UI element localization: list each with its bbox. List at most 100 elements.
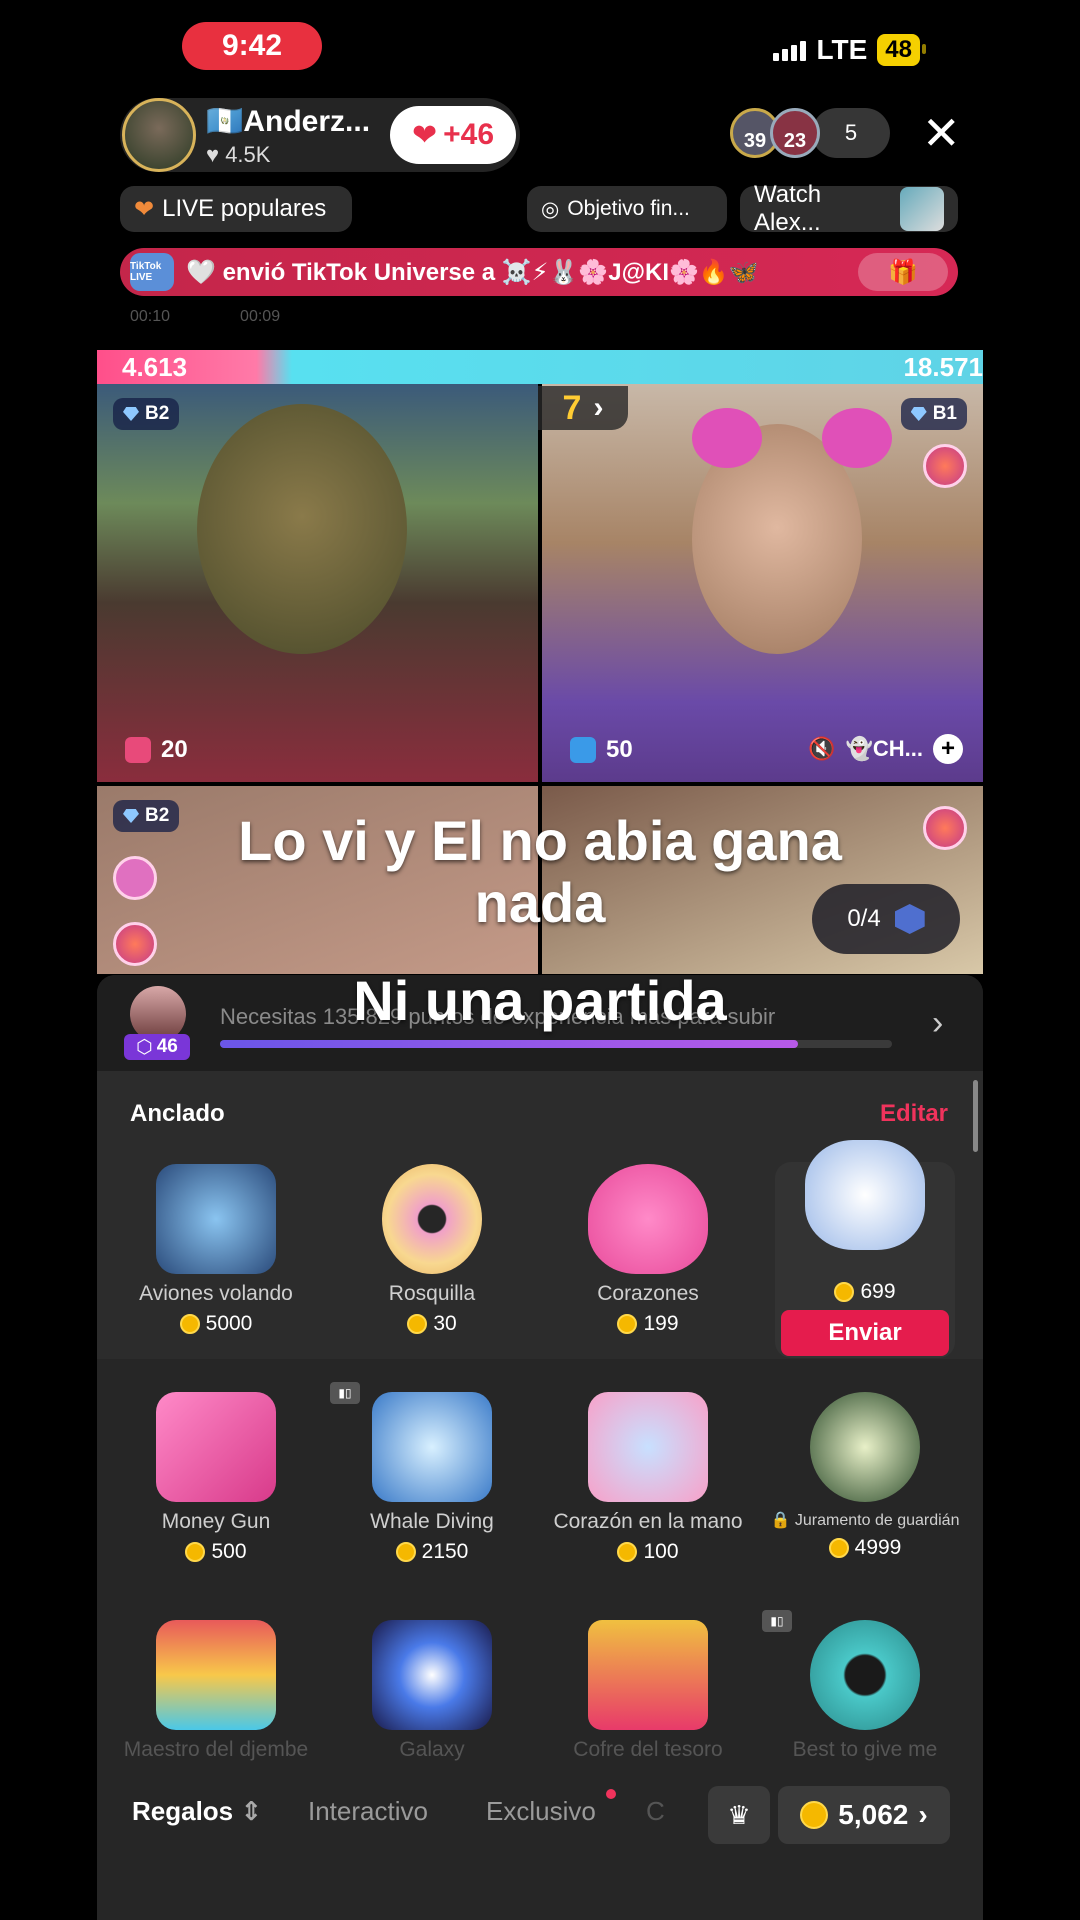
status-time: 9:42 — [182, 22, 322, 70]
participant-face — [197, 404, 407, 654]
dog-ear-icon — [692, 408, 762, 468]
money-gun-icon — [156, 1392, 276, 1502]
gift-item[interactable]: Aviones volando 5000 — [108, 1164, 324, 1336]
gift-item[interactable]: Rosquilla 30 — [324, 1164, 540, 1336]
gift-item[interactable]: Best to give me — [757, 1620, 973, 1762]
gift-item[interactable]: Corazones 199 — [540, 1164, 756, 1336]
coin-icon — [617, 1314, 638, 1334]
chevron-right-icon: › — [918, 1799, 928, 1830]
host-name[interactable]: 🇬🇹Anderz... — [206, 104, 370, 139]
swan-icon — [805, 1140, 925, 1250]
round-indicator[interactable]: 7 › — [538, 386, 628, 430]
gift-item[interactable]: Maestro del djembe — [108, 1620, 324, 1762]
top-viewers[interactable]: 39 23 5 — [730, 108, 890, 158]
diamond-icon — [123, 407, 139, 421]
alarm-icon — [125, 737, 151, 763]
video-tile-2[interactable]: B1 50 🔇 👻CH... + — [542, 384, 983, 782]
whale-icon — [372, 1392, 492, 1502]
coin-icon — [834, 1282, 855, 1302]
gift-box-icon[interactable]: 🎁 — [858, 253, 948, 291]
donut-icon — [382, 1164, 482, 1274]
coin-icon — [800, 1801, 829, 1829]
viewer-avatar[interactable]: 23 — [770, 108, 820, 158]
coin-icon — [179, 1314, 200, 1334]
battle-right-score: 18.571 — [903, 352, 983, 382]
dog-ear-icon — [822, 408, 892, 468]
gift-item[interactable]: 🔒 Juramento de guardián 4999 — [757, 1392, 973, 1560]
gift-item-selected[interactable] — [757, 1140, 973, 1250]
status-indicators: LTE 48 — [773, 34, 926, 66]
galaxy-icon — [372, 1620, 492, 1730]
flag-icon: 🇬🇹 — [206, 105, 244, 138]
crown-icon[interactable]: ♛ — [708, 1786, 770, 1844]
goal-chip[interactable]: ◎ Objetivo fin... — [527, 186, 727, 232]
level-progress-fill — [220, 1040, 798, 1048]
tab-regalos[interactable]: Regalos ⇕ — [132, 1796, 262, 1827]
alarm-icon — [570, 737, 596, 763]
gift-item[interactable]: Money Gun 500 — [108, 1392, 324, 1564]
battle-left-score: 4.613 — [122, 352, 188, 382]
heart-outline-icon: ♥ — [206, 142, 226, 167]
chevron-right-icon: › — [593, 391, 604, 424]
lock-icon: 🔒 — [770, 1512, 795, 1529]
tiktok-live-logo: TikTok LIVE — [130, 253, 174, 291]
like-button[interactable]: ❤ +46 — [390, 106, 516, 164]
heart-icon: ❤ — [411, 118, 438, 152]
caption-overlay: Ni una partida — [353, 969, 727, 1032]
live-popular-chip[interactable]: ❤ LIVE populares — [120, 186, 352, 232]
hearts-icon — [588, 1164, 708, 1274]
target-icon: ◎ — [541, 197, 560, 221]
participant-user[interactable]: 🔇 👻CH... + — [808, 734, 963, 764]
diamond-icon — [910, 407, 927, 421]
level-icon: ⬡ — [136, 1036, 153, 1058]
pinned-title: Anclado — [130, 1100, 225, 1127]
selected-gift-price: 699 — [775, 1280, 955, 1304]
close-icon[interactable]: ✕ — [922, 110, 961, 156]
tab-more[interactable]: C — [646, 1796, 665, 1827]
rank-badge: B2 — [113, 398, 180, 430]
coin-icon — [828, 1538, 849, 1558]
edit-button[interactable]: Editar — [880, 1100, 948, 1128]
treasure-chest-icon — [588, 1620, 708, 1730]
coin-icon — [617, 1542, 638, 1562]
tile-score: 20 — [125, 736, 188, 764]
coin-icon — [407, 1314, 428, 1334]
send-button[interactable]: Enviar — [781, 1310, 949, 1356]
rank-badge: B1 — [900, 398, 967, 430]
record-icon — [810, 1620, 920, 1730]
deer-icon — [810, 1392, 920, 1502]
gift-item[interactable]: Corazón en la mano 100 — [540, 1392, 756, 1564]
gift-item[interactable]: Whale Diving 2150 — [324, 1392, 540, 1564]
heart-in-hand-icon — [588, 1392, 708, 1502]
sort-icon: ⇕ — [240, 1796, 263, 1826]
timer-labels: 00:10 00:09 — [130, 308, 281, 325]
coin-icon — [395, 1542, 416, 1562]
caption-overlay: Lo vi y El no abia gana nada — [238, 809, 842, 934]
gift-item[interactable]: Galaxy — [324, 1620, 540, 1762]
gift-notification-banner[interactable]: TikTok LIVE 🤍 envió TikTok Universe a ☠️… — [120, 248, 958, 296]
network-label: LTE — [816, 34, 868, 65]
tab-interactivo[interactable]: Interactivo — [308, 1796, 428, 1827]
host-likes: ♥ 4.5K — [206, 142, 271, 167]
white-heart-icon: 🤍 — [186, 258, 223, 286]
mute-icon: 🔇 — [808, 736, 836, 761]
djembe-icon — [156, 1620, 276, 1730]
level-progress-bar — [220, 1040, 892, 1048]
video-tile-1[interactable]: B2 20 — [97, 384, 538, 782]
tab-exclusivo[interactable]: Exclusivo — [486, 1796, 596, 1827]
host-avatar[interactable] — [122, 98, 196, 172]
gift-banner-text: envió TikTok Universe a ☠️⚡🐰🌸J@KI🌸🔥🦋 — [222, 258, 759, 286]
viewer-count[interactable]: 5 — [812, 108, 890, 158]
airplanes-icon — [156, 1164, 276, 1274]
watch-chip[interactable]: Watch Alex... — [740, 181, 958, 236]
coin-balance[interactable]: 5,062 › — [778, 1786, 950, 1844]
scrollbar[interactable] — [973, 1080, 978, 1152]
coin-icon — [185, 1542, 206, 1562]
gift-item[interactable]: Cofre del tesoro — [540, 1620, 756, 1762]
notification-dot — [606, 1789, 616, 1799]
signal-icon — [773, 39, 807, 61]
heart-half-icon: ❤ — [134, 195, 155, 223]
follow-plus-icon[interactable]: + — [933, 734, 963, 764]
heart-token-icon[interactable] — [923, 444, 967, 488]
battery-icon: 48 — [877, 34, 926, 66]
